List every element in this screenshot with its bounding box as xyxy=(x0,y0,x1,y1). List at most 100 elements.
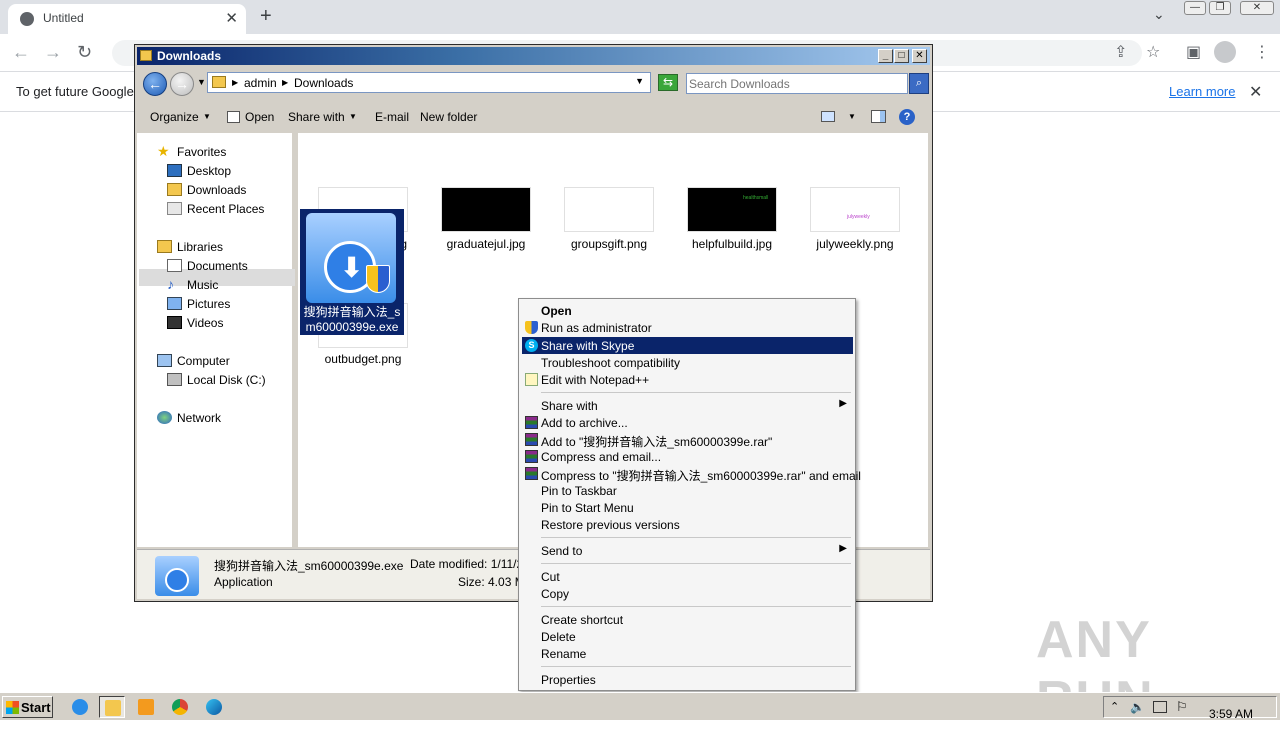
nav-videos[interactable]: Videos xyxy=(167,316,223,330)
help-icon[interactable]: ? xyxy=(899,109,915,125)
menu-item-send-to[interactable]: Send to ▶ xyxy=(522,542,853,559)
taskbar-explorer[interactable] xyxy=(99,696,125,718)
search-icon[interactable]: ⌕ xyxy=(909,73,929,94)
explorer-back-button[interactable]: ← xyxy=(143,72,167,96)
menu-item-share-with-skype[interactable]: S Share with Skype xyxy=(522,337,853,354)
nav-documents[interactable]: Documents xyxy=(167,259,248,273)
menu-item-run-as-admin[interactable]: Run as administrator xyxy=(522,319,853,336)
email-button[interactable]: E-mail xyxy=(375,110,409,124)
nav-recent-places[interactable]: Recent Places xyxy=(167,202,264,216)
network-tray-icon[interactable] xyxy=(1153,701,1167,713)
explorer-minimize-button[interactable]: _ xyxy=(878,49,893,63)
menu-item-edit-notepadpp[interactable]: Edit with Notepad++ xyxy=(522,371,853,388)
share-with-button[interactable]: Share with xyxy=(288,110,345,124)
tab-close-icon[interactable]: ✕ xyxy=(225,9,238,27)
menu-kebab-icon[interactable]: ⋮ xyxy=(1254,42,1270,62)
search-box[interactable] xyxy=(686,73,908,94)
file-thumbnail[interactable] xyxy=(564,187,654,232)
file-thumbnail[interactable] xyxy=(441,187,531,232)
menu-item-compress-email[interactable]: Compress and email... xyxy=(522,448,853,465)
nav-libraries[interactable]: Libraries xyxy=(157,240,223,254)
nav-network[interactable]: Network xyxy=(157,411,221,425)
forward-arrow-icon[interactable]: → xyxy=(44,42,62,63)
menu-item-pin-start[interactable]: Pin to Start Menu xyxy=(522,499,853,516)
menu-item-copy[interactable]: Copy xyxy=(522,585,853,602)
taskbar-edge[interactable] xyxy=(201,696,227,718)
menu-item-restore-versions[interactable]: Restore previous versions xyxy=(522,516,853,533)
address-dropdown-icon[interactable]: ▼ xyxy=(635,76,644,86)
explorer-maximize-button[interactable]: □ xyxy=(894,49,909,63)
nav-downloads[interactable]: Downloads xyxy=(167,183,246,197)
nav-desktop[interactable]: Desktop xyxy=(167,164,231,178)
winrar-icon xyxy=(525,416,538,429)
menu-item-create-shortcut[interactable]: Create shortcut xyxy=(522,611,853,628)
new-folder-button[interactable]: New folder xyxy=(420,110,477,124)
menu-item-add-to-rar[interactable]: Add to "搜狗拼音输入法_sm60000399e.rar" xyxy=(522,431,853,449)
taskbar-clock[interactable]: 3:59 AM xyxy=(1209,707,1253,721)
file-name[interactable]: graduatejul.jpg xyxy=(421,237,551,251)
recent-pages-dropdown-icon[interactable]: ▼ xyxy=(197,77,206,87)
nav-pictures[interactable]: Pictures xyxy=(167,297,230,311)
breadcrumb-downloads[interactable]: Downloads xyxy=(294,76,353,90)
open-button[interactable]: Open xyxy=(245,110,274,124)
minimize-button[interactable]: — xyxy=(1184,1,1206,15)
search-input[interactable] xyxy=(689,76,885,91)
taskbar-chrome[interactable] xyxy=(167,696,193,718)
selected-file-name[interactable]: 搜狗拼音输入法_sm60000399e.exe xyxy=(302,305,402,337)
volume-icon[interactable]: 🔈 xyxy=(1130,700,1145,714)
explorer-address-box[interactable]: ▶ admin ▶ Downloads ▼ xyxy=(207,72,651,93)
file-thumbnail[interactable]: healthsmall xyxy=(687,187,777,232)
restore-button[interactable]: ❐ xyxy=(1209,1,1231,15)
refresh-icon[interactable]: ⇆ xyxy=(658,74,678,91)
share-icon[interactable]: ⇪ xyxy=(1114,42,1127,62)
info-bar-close-icon[interactable]: ✕ xyxy=(1249,82,1262,102)
view-options-icon[interactable] xyxy=(821,111,835,122)
nav-local-disk[interactable]: Local Disk (C:) xyxy=(167,373,266,387)
explorer-title-bar[interactable]: Downloads _ □ ✕ xyxy=(137,47,930,65)
menu-item-troubleshoot[interactable]: Troubleshoot compatibility xyxy=(522,354,853,371)
nav-computer[interactable]: Computer xyxy=(157,354,230,368)
new-tab-button[interactable]: + xyxy=(260,5,272,28)
profile-avatar[interactable] xyxy=(1214,41,1236,63)
share-with-dropdown-icon[interactable]: ▼ xyxy=(349,112,357,121)
view-dropdown-icon[interactable]: ▼ xyxy=(848,112,856,121)
back-arrow-icon[interactable]: ← xyxy=(12,42,30,63)
explorer-forward-button[interactable]: → xyxy=(170,72,194,96)
organize-button[interactable]: Organize xyxy=(150,110,199,124)
breadcrumb-admin[interactable]: admin xyxy=(244,76,277,90)
menu-item-share-with[interactable]: Share with ▶ xyxy=(522,397,853,414)
menu-item-rename[interactable]: Rename xyxy=(522,645,853,662)
menu-item-open[interactable]: Open xyxy=(522,302,853,319)
preview-pane-icon[interactable] xyxy=(871,110,886,123)
breadcrumb-separator-icon: ▶ xyxy=(282,78,289,87)
menu-item-cut[interactable]: Cut xyxy=(522,568,853,585)
menu-item-pin-taskbar[interactable]: Pin to Taskbar xyxy=(522,482,853,499)
close-button[interactable]: ✕ xyxy=(1240,1,1274,15)
file-name[interactable]: groupsgift.png xyxy=(544,237,674,251)
taskbar-media-player[interactable] xyxy=(133,696,159,718)
menu-item-compress-to-rar-email[interactable]: Compress to "搜狗拼音输入法_sm60000399e.rar" an… xyxy=(522,465,861,483)
file-name[interactable]: outbudget.png xyxy=(298,352,428,366)
menu-item-properties[interactable]: Properties xyxy=(522,671,853,688)
file-thumbnail[interactable]: julyweekly xyxy=(810,187,900,232)
side-panel-icon[interactable]: ▣ xyxy=(1186,42,1201,62)
bookmark-star-icon[interactable]: ☆ xyxy=(1146,42,1160,62)
taskbar-ie[interactable] xyxy=(67,696,93,718)
organize-dropdown-icon[interactable]: ▼ xyxy=(203,112,211,121)
file-name[interactable]: julyweekly.png xyxy=(790,237,920,251)
learn-more-link[interactable]: Learn more xyxy=(1169,84,1235,99)
nav-music[interactable]: ♪ Music xyxy=(167,276,218,292)
action-center-flag-icon[interactable]: ⚐ xyxy=(1176,699,1188,715)
tab-search-icon[interactable]: ⌄ xyxy=(1153,6,1165,23)
start-button[interactable]: Start xyxy=(2,696,53,718)
menu-item-delete[interactable]: Delete xyxy=(522,628,853,645)
explorer-close-button[interactable]: ✕ xyxy=(912,49,927,63)
reload-icon[interactable]: ↻ xyxy=(77,42,92,63)
file-name[interactable]: helpfulbuild.jpg xyxy=(667,237,797,251)
nav-favorites[interactable]: ★ Favorites xyxy=(157,143,226,159)
menu-item-add-to-archive[interactable]: Add to archive... xyxy=(522,414,853,431)
installer-icon[interactable]: ⬇ xyxy=(306,213,396,303)
show-hidden-icons[interactable]: ⌃ xyxy=(1110,700,1119,713)
browser-tab[interactable]: Untitled ✕ xyxy=(8,4,246,34)
desktop-icon xyxy=(167,164,182,177)
